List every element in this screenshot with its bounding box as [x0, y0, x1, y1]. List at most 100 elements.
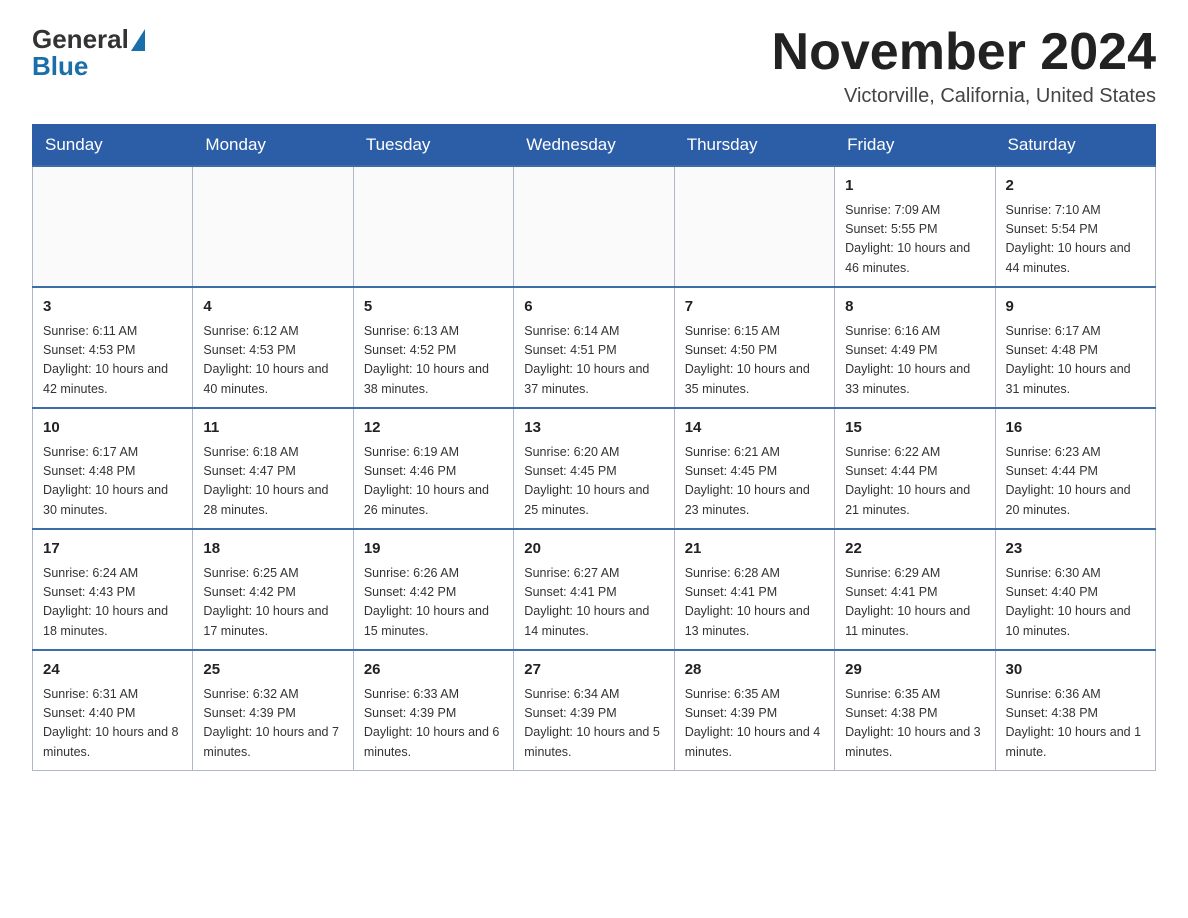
calendar-cell: 5 Sunrise: 6:13 AM Sunset: 4:52 PM Daylig…: [353, 287, 513, 408]
day-info: Sunrise: 6:20 AM Sunset: 4:45 PM Dayligh…: [524, 443, 663, 521]
day-info: Sunrise: 6:19 AM Sunset: 4:46 PM Dayligh…: [364, 443, 503, 521]
calendar-cell: 8 Sunrise: 6:16 AM Sunset: 4:49 PM Daylig…: [835, 287, 995, 408]
day-info: Sunrise: 6:28 AM Sunset: 4:41 PM Dayligh…: [685, 564, 824, 642]
calendar-cell: 22 Sunrise: 6:29 AM Sunset: 4:41 PM Dayli…: [835, 529, 995, 650]
day-of-week-header: Monday: [193, 125, 353, 167]
day-info: Sunrise: 6:15 AM Sunset: 4:50 PM Dayligh…: [685, 322, 824, 400]
calendar-cell: [33, 166, 193, 287]
day-number: 5: [364, 296, 503, 319]
calendar-cell: 30Sunrise: 6:36 AM Sunset: 4:38 PM Dayli…: [995, 650, 1155, 771]
calendar-cell: 25Sunrise: 6:32 AM Sunset: 4:39 PM Dayli…: [193, 650, 353, 771]
day-number: 17: [43, 538, 182, 561]
day-info: Sunrise: 6:23 AM Sunset: 4:44 PM Dayligh…: [1006, 443, 1145, 521]
day-number: 14: [685, 417, 824, 440]
calendar-table: SundayMondayTuesdayWednesdayThursdayFrid…: [32, 124, 1156, 771]
day-info: Sunrise: 7:10 AM Sunset: 5:54 PM Dayligh…: [1006, 201, 1145, 279]
day-info: Sunrise: 6:18 AM Sunset: 4:47 PM Dayligh…: [203, 443, 342, 521]
day-info: Sunrise: 6:24 AM Sunset: 4:43 PM Dayligh…: [43, 564, 182, 642]
day-info: Sunrise: 6:21 AM Sunset: 4:45 PM Dayligh…: [685, 443, 824, 521]
calendar-header-row: SundayMondayTuesdayWednesdayThursdayFrid…: [33, 125, 1156, 167]
day-info: Sunrise: 6:12 AM Sunset: 4:53 PM Dayligh…: [203, 322, 342, 400]
day-number: 15: [845, 417, 984, 440]
day-number: 29: [845, 659, 984, 682]
day-info: Sunrise: 6:30 AM Sunset: 4:40 PM Dayligh…: [1006, 564, 1145, 642]
week-row: 1Sunrise: 7:09 AM Sunset: 5:55 PM Daylig…: [33, 166, 1156, 287]
calendar-cell: 23 Sunrise: 6:30 AM Sunset: 4:40 PM Dayli…: [995, 529, 1155, 650]
day-number: 3: [43, 296, 182, 319]
calendar-cell: 20 Sunrise: 6:27 AM Sunset: 4:41 PM Dayli…: [514, 529, 674, 650]
day-info: Sunrise: 6:14 AM Sunset: 4:51 PM Dayligh…: [524, 322, 663, 400]
day-number: 11: [203, 417, 342, 440]
day-number: 20: [524, 538, 663, 561]
calendar-cell: [353, 166, 513, 287]
day-info: Sunrise: 6:35 AM Sunset: 4:38 PM Dayligh…: [845, 685, 984, 763]
day-number: 12: [364, 417, 503, 440]
day-number: 21: [685, 538, 824, 561]
day-number: 28: [685, 659, 824, 682]
calendar-cell: [514, 166, 674, 287]
day-of-week-header: Sunday: [33, 125, 193, 167]
day-info: Sunrise: 6:25 AM Sunset: 4:42 PM Dayligh…: [203, 564, 342, 642]
page-header: General Blue November 2024 Victorville, …: [32, 24, 1156, 108]
calendar-cell: 19Sunrise: 6:26 AM Sunset: 4:42 PM Dayli…: [353, 529, 513, 650]
day-info: Sunrise: 6:11 AM Sunset: 4:53 PM Dayligh…: [43, 322, 182, 400]
day-number: 1: [845, 175, 984, 198]
calendar-cell: 3 Sunrise: 6:11 AM Sunset: 4:53 PM Daylig…: [33, 287, 193, 408]
day-info: Sunrise: 6:22 AM Sunset: 4:44 PM Dayligh…: [845, 443, 984, 521]
day-of-week-header: Friday: [835, 125, 995, 167]
day-number: 9: [1006, 296, 1145, 319]
day-number: 16: [1006, 417, 1145, 440]
calendar-cell: 4 Sunrise: 6:12 AM Sunset: 4:53 PM Daylig…: [193, 287, 353, 408]
calendar-cell: 14 Sunrise: 6:21 AM Sunset: 4:45 PM Dayli…: [674, 408, 834, 529]
week-row: 10 Sunrise: 6:17 AM Sunset: 4:48 PM Dayli…: [33, 408, 1156, 529]
calendar-cell: 2 Sunrise: 7:10 AM Sunset: 5:54 PM Daylig…: [995, 166, 1155, 287]
logo-blue-text: Blue: [32, 51, 88, 82]
day-number: 23: [1006, 538, 1145, 561]
calendar-cell: 1Sunrise: 7:09 AM Sunset: 5:55 PM Daylig…: [835, 166, 995, 287]
calendar-cell: 15 Sunrise: 6:22 AM Sunset: 4:44 PM Dayli…: [835, 408, 995, 529]
day-of-week-header: Tuesday: [353, 125, 513, 167]
day-info: Sunrise: 6:33 AM Sunset: 4:39 PM Dayligh…: [364, 685, 503, 763]
day-info: Sunrise: 6:17 AM Sunset: 4:48 PM Dayligh…: [43, 443, 182, 521]
logo: General Blue: [32, 24, 145, 82]
day-number: 24: [43, 659, 182, 682]
day-number: 2: [1006, 175, 1145, 198]
day-info: Sunrise: 6:13 AM Sunset: 4:52 PM Dayligh…: [364, 322, 503, 400]
day-number: 8: [845, 296, 984, 319]
week-row: 24 Sunrise: 6:31 AM Sunset: 4:40 PM Dayli…: [33, 650, 1156, 771]
day-number: 30: [1006, 659, 1145, 682]
calendar-cell: 17 Sunrise: 6:24 AM Sunset: 4:43 PM Dayli…: [33, 529, 193, 650]
day-of-week-header: Saturday: [995, 125, 1155, 167]
day-number: 13: [524, 417, 663, 440]
day-info: Sunrise: 6:34 AM Sunset: 4:39 PM Dayligh…: [524, 685, 663, 763]
day-number: 22: [845, 538, 984, 561]
calendar-cell: 10 Sunrise: 6:17 AM Sunset: 4:48 PM Dayli…: [33, 408, 193, 529]
calendar-cell: 12 Sunrise: 6:19 AM Sunset: 4:46 PM Dayli…: [353, 408, 513, 529]
day-info: Sunrise: 6:29 AM Sunset: 4:41 PM Dayligh…: [845, 564, 984, 642]
calendar-cell: 24 Sunrise: 6:31 AM Sunset: 4:40 PM Dayli…: [33, 650, 193, 771]
calendar-cell: 13 Sunrise: 6:20 AM Sunset: 4:45 PM Dayli…: [514, 408, 674, 529]
day-info: Sunrise: 6:16 AM Sunset: 4:49 PM Dayligh…: [845, 322, 984, 400]
calendar-cell: 7 Sunrise: 6:15 AM Sunset: 4:50 PM Daylig…: [674, 287, 834, 408]
day-number: 25: [203, 659, 342, 682]
day-number: 18: [203, 538, 342, 561]
day-number: 7: [685, 296, 824, 319]
day-of-week-header: Wednesday: [514, 125, 674, 167]
calendar-cell: [674, 166, 834, 287]
day-number: 10: [43, 417, 182, 440]
day-number: 27: [524, 659, 663, 682]
day-info: Sunrise: 6:27 AM Sunset: 4:41 PM Dayligh…: [524, 564, 663, 642]
location-subtitle: Victorville, California, United States: [772, 85, 1156, 108]
calendar-cell: 16 Sunrise: 6:23 AM Sunset: 4:44 PM Dayli…: [995, 408, 1155, 529]
day-number: 4: [203, 296, 342, 319]
day-info: Sunrise: 6:35 AM Sunset: 4:39 PM Dayligh…: [685, 685, 824, 763]
calendar-cell: 28 Sunrise: 6:35 AM Sunset: 4:39 PM Dayli…: [674, 650, 834, 771]
logo-triangle-icon: [131, 29, 145, 51]
calendar-cell: 26 Sunrise: 6:33 AM Sunset: 4:39 PM Dayli…: [353, 650, 513, 771]
calendar-cell: 18 Sunrise: 6:25 AM Sunset: 4:42 PM Dayli…: [193, 529, 353, 650]
calendar-cell: 21 Sunrise: 6:28 AM Sunset: 4:41 PM Dayli…: [674, 529, 834, 650]
day-of-week-header: Thursday: [674, 125, 834, 167]
day-number: 26: [364, 659, 503, 682]
calendar-cell: 9Sunrise: 6:17 AM Sunset: 4:48 PM Daylig…: [995, 287, 1155, 408]
day-info: Sunrise: 6:31 AM Sunset: 4:40 PM Dayligh…: [43, 685, 182, 763]
